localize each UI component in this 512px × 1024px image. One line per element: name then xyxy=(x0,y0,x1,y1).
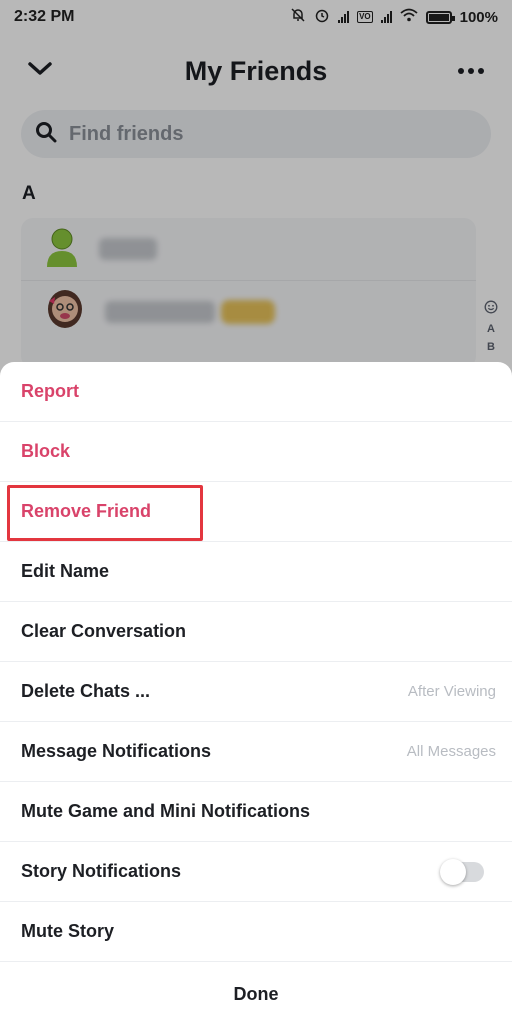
toggle-knob xyxy=(440,858,466,885)
menu-item-label: Report xyxy=(21,381,79,401)
mute-game-notifications-button[interactable]: Mute Game and Mini Notifications xyxy=(0,782,512,842)
highlight-box xyxy=(7,485,203,541)
menu-item-label: Block xyxy=(21,441,71,461)
clear-conversation-button[interactable]: Clear Conversation xyxy=(0,602,512,662)
story-notifications-row: Story Notifications xyxy=(0,842,512,902)
menu-item-label: Edit Name xyxy=(21,561,110,581)
menu-item-label: Delete Chats ... xyxy=(21,681,151,701)
done-button[interactable]: Done xyxy=(0,964,512,1024)
menu-item-label: Mute Game and Mini Notifications xyxy=(21,801,311,821)
menu-item-label: Message Notifications xyxy=(21,741,212,761)
menu-item-label: Story Notifications xyxy=(21,861,182,881)
action-sheet: Report Block Remove Friend Edit Name Cle… xyxy=(0,362,512,1024)
menu-item-label: Clear Conversation xyxy=(21,621,187,641)
mute-story-button[interactable]: Mute Story xyxy=(0,902,512,962)
menu-item-label: Mute Story xyxy=(21,921,115,941)
report-button[interactable]: Report xyxy=(0,362,512,422)
delete-chats-value: After Viewing xyxy=(407,683,496,700)
block-button[interactable]: Block xyxy=(0,422,512,482)
message-notifications-value: All Messages xyxy=(406,743,496,760)
edit-name-button[interactable]: Edit Name xyxy=(0,542,512,602)
message-notifications-button[interactable]: Message Notifications All Messages xyxy=(0,722,512,782)
story-notifications-toggle[interactable] xyxy=(440,858,484,885)
delete-chats-button[interactable]: Delete Chats ... After Viewing xyxy=(0,662,512,722)
